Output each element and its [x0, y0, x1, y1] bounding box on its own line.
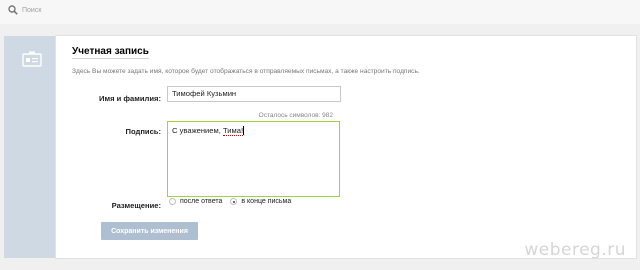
- radio-unselected[interactable]: [169, 198, 176, 205]
- signature-text-prefix: С уважением,: [172, 126, 223, 135]
- signature-label: Подпись:: [125, 127, 162, 136]
- search-box[interactable]: Поиск: [8, 5, 41, 15]
- signature-text-spellcheck-word: Тима!: [222, 126, 244, 136]
- placement-end-of-letter-label[interactable]: в конце письма: [241, 198, 291, 205]
- placement-after-reply-option[interactable]: после ответа: [169, 198, 222, 205]
- watermark: webereg.ru: [524, 240, 626, 260]
- placement-end-of-letter-option[interactable]: в конце письма: [230, 198, 291, 205]
- radio-selected[interactable]: [230, 198, 238, 205]
- name-label: Имя и фамилия:: [99, 94, 161, 103]
- placement-after-reply-label[interactable]: после ответа: [180, 198, 222, 205]
- section-title: Учетная запись: [72, 46, 149, 59]
- name-field[interactable]: Тимофей Кузьмин: [167, 86, 341, 102]
- signature-textarea[interactable]: С уважением, Тима!: [167, 121, 340, 197]
- id-card-icon: [22, 51, 42, 67]
- account-settings-card: Учетная запись Здесь Вы можете задать им…: [56, 36, 636, 258]
- section-description: Здесь Вы можете задать имя, которое буде…: [72, 68, 420, 75]
- text-caret: [243, 126, 245, 135]
- save-changes-button[interactable]: Сохранить изменения: [101, 222, 198, 240]
- section-icon-panel: [4, 36, 56, 258]
- placement-label: Размещение:: [111, 201, 161, 210]
- characters-left-counter: Осталось символов: 982: [258, 112, 333, 119]
- placement-radio-group: после ответа в конце письма: [169, 198, 299, 205]
- search-placeholder[interactable]: Поиск: [22, 7, 41, 14]
- search-icon: [8, 5, 18, 15]
- top-bar: Поиск: [0, 0, 640, 24]
